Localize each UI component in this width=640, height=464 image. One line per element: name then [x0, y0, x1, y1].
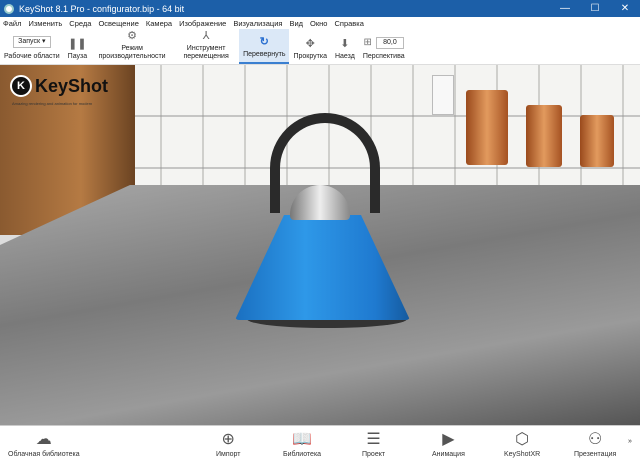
title-bar: KeyShot 8.1 Pro - configurator.bip - 64 …	[0, 0, 640, 17]
project-label: Проект	[362, 451, 386, 458]
presentation-label: Презентация	[574, 451, 617, 458]
library-button[interactable]: 📖 Библиотека	[283, 429, 321, 458]
play-icon: ▶	[442, 431, 455, 448]
wall-outlet	[432, 75, 454, 115]
copper-canister	[580, 115, 614, 167]
pan-label: Прокрутка	[293, 53, 327, 60]
copper-canister	[526, 105, 562, 167]
menu-view[interactable]: Вид	[289, 19, 303, 28]
pan-icon: ✥	[305, 38, 315, 50]
workspace-select[interactable]: Запуск ▾	[12, 36, 51, 48]
menu-window[interactable]: Окно	[310, 19, 327, 28]
move-tool-button[interactable]: ⅄ Инструмент перемещения	[173, 29, 239, 64]
arrow-down-icon: ⬇	[340, 38, 350, 50]
render-viewport[interactable]: K KeyShot Amazing rendering and animatio…	[0, 65, 640, 425]
toolbar: Запуск ▾ Рабочие области ❚❚ Пауза ⚙ Режи…	[0, 29, 640, 65]
menu-help[interactable]: Справка	[334, 19, 363, 28]
copper-canister	[466, 90, 508, 165]
project-button[interactable]: ☰ Проект	[362, 429, 385, 458]
logo-text: KeyShot	[35, 75, 109, 96]
pause-button[interactable]: ❚❚ Пауза	[64, 29, 91, 64]
import-icon: ⊕	[221, 431, 235, 448]
book-icon: 📖	[292, 431, 312, 448]
tumble-label: Перевернуть	[243, 51, 286, 58]
keyshot-logo: K KeyShot	[10, 75, 108, 97]
menu-image[interactable]: Изображение	[179, 19, 226, 28]
import-button[interactable]: ⊕ Импорт	[216, 429, 240, 458]
presentation-icon: ⚇	[587, 431, 603, 448]
perspective-group: ⊞ 80,0 Перспектива	[359, 29, 409, 64]
perspective-input[interactable]: 80,0	[375, 37, 404, 49]
tumble-button[interactable]: ↻ Перевернуть	[239, 29, 290, 64]
workspaces-label: Рабочие области	[4, 53, 60, 60]
menu-edit[interactable]: Изменить	[28, 19, 62, 28]
more-button[interactable]: »	[628, 438, 632, 445]
menu-render[interactable]: Визуализация	[233, 19, 282, 28]
window-title: KeyShot 8.1 Pro - configurator.bip - 64 …	[19, 3, 185, 14]
dolly-label: Наезд	[334, 53, 355, 60]
move-tool-icon: ⅄	[202, 30, 210, 42]
cloud-library-button[interactable]: ☁ Облачная библиотека	[8, 429, 80, 458]
menu-bar: Файл Изменить Среда Освещение Камера Изо…	[0, 17, 640, 29]
cloud-library-label: Облачная библиотека	[8, 451, 80, 458]
list-icon: ☰	[366, 431, 381, 448]
performance-icon: ⚙	[127, 30, 138, 42]
keyshotxr-label: KeyShotXR	[504, 451, 541, 458]
move-tool-label: Инструмент перемещения	[183, 45, 229, 60]
pan-button[interactable]: ✥ Прокрутка	[289, 29, 331, 64]
perspective-icon: ⊞	[363, 37, 372, 48]
bottom-ribbon: ☁ Облачная библиотека ⊕ Импорт 📖 Библиотека…	[0, 425, 640, 464]
cube-icon: ⬡	[515, 431, 530, 448]
pause-icon: ❚❚	[68, 38, 87, 50]
more-label: »	[628, 438, 632, 445]
minimize-button[interactable]: —	[550, 0, 580, 17]
maximize-button[interactable]: ☐	[580, 0, 610, 17]
pause-label: Пауза	[67, 53, 88, 60]
app-logo-icon	[4, 3, 14, 14]
cloud-icon: ☁	[35, 431, 52, 448]
menu-environment[interactable]: Среда	[69, 19, 91, 28]
animation-button[interactable]: ▶ Анимация	[432, 429, 465, 458]
menu-camera[interactable]: Камера	[146, 19, 172, 28]
perspective-label: Перспектива	[362, 53, 405, 60]
library-label: Библиотека	[283, 451, 322, 458]
import-label: Импорт	[216, 451, 241, 458]
workspace-select-value: Запуск	[18, 38, 41, 45]
dolly-button[interactable]: ⬇ Наезд	[331, 29, 359, 64]
workspaces-group: Запуск ▾ Рабочие области	[0, 29, 64, 64]
presentation-button[interactable]: ⚇ Презентация	[574, 429, 616, 458]
animation-label: Анимация	[432, 451, 465, 458]
logo-tagline: Amazing rendering and animation for mode…	[12, 101, 93, 106]
close-button[interactable]: ✕	[610, 0, 640, 17]
menu-lighting[interactable]: Освещение	[98, 19, 138, 28]
menu-file[interactable]: Файл	[3, 19, 21, 28]
rotate-icon: ↻	[259, 36, 269, 48]
performance-label: Режим производительности	[98, 45, 166, 60]
keyshotxr-button[interactable]: ⬡ KeyShotXR	[504, 429, 540, 458]
performance-mode-button[interactable]: ⚙ Режим производительности	[91, 29, 173, 64]
